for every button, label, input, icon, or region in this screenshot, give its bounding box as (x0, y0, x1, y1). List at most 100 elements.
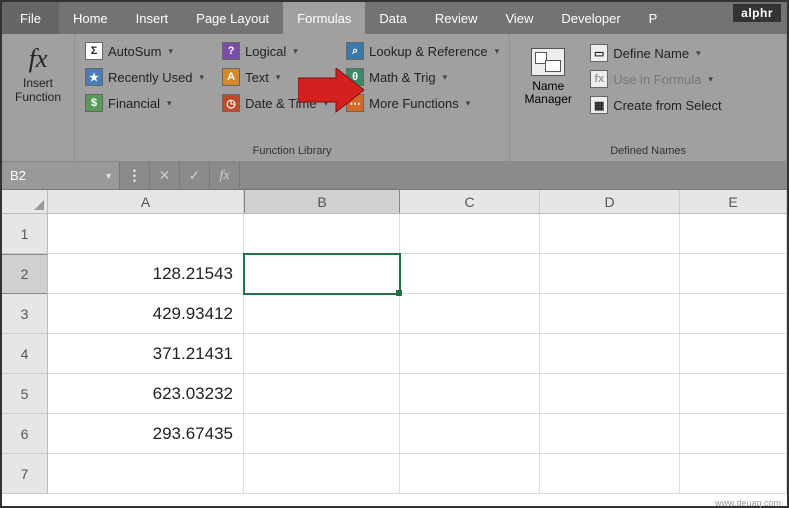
defined-names-group-label: Defined Names (516, 143, 780, 159)
row-header[interactable]: 2 (2, 254, 48, 294)
chevron-down-icon: ▾ (324, 98, 329, 109)
cell[interactable] (400, 334, 540, 374)
cell[interactable] (244, 294, 400, 334)
tab-overflow[interactable]: P (635, 2, 672, 34)
cell[interactable] (400, 214, 540, 254)
formula-input[interactable] (240, 162, 787, 189)
active-cell[interactable] (244, 254, 400, 294)
cell[interactable] (680, 454, 787, 494)
tab-page-layout[interactable]: Page Layout (182, 2, 283, 34)
cell[interactable]: 623.03232 (48, 374, 244, 414)
more-icon: ⋯ (346, 94, 364, 112)
tab-data[interactable]: Data (365, 2, 420, 34)
formula-bar-expand[interactable]: ⋮ (120, 162, 150, 190)
cell[interactable] (244, 334, 400, 374)
lookup-label: Lookup & Reference (369, 44, 488, 59)
fx-icon: fx (29, 44, 48, 74)
enter-icon[interactable]: ✓ (180, 162, 210, 190)
row-header[interactable]: 4 (2, 334, 48, 374)
cell[interactable] (244, 454, 400, 494)
cell[interactable] (400, 454, 540, 494)
cell[interactable] (540, 334, 680, 374)
define-label: Define Name (613, 46, 689, 61)
autosum-label: AutoSum (108, 44, 161, 59)
chevron-down-icon: ▾ (696, 48, 701, 59)
col-header-c[interactable]: C (400, 190, 540, 213)
row-header[interactable]: 7 (2, 454, 48, 494)
cell[interactable] (680, 214, 787, 254)
use-label: Use in Formula (613, 72, 701, 87)
row-header[interactable]: 3 (2, 294, 48, 334)
cell[interactable] (540, 374, 680, 414)
cell[interactable]: 293.67435 (48, 414, 244, 454)
cell[interactable] (244, 414, 400, 454)
financial-icon: $ (85, 94, 103, 112)
col-header-d[interactable]: D (540, 190, 680, 213)
text-button[interactable]: AText▾ (218, 66, 332, 88)
select-all-corner[interactable] (2, 190, 48, 213)
row-header[interactable]: 6 (2, 414, 48, 454)
cell[interactable] (540, 294, 680, 334)
row-header[interactable]: 1 (2, 214, 48, 254)
cancel-icon[interactable]: ✕ (150, 162, 180, 190)
cell[interactable] (680, 414, 787, 454)
cell[interactable]: 371.21431 (48, 334, 244, 374)
cell[interactable]: 128.21543 (48, 254, 244, 294)
cell[interactable] (244, 214, 400, 254)
tab-file[interactable]: File (2, 2, 59, 34)
cell[interactable] (680, 294, 787, 334)
name-box-value: B2 (10, 168, 26, 183)
create-from-selection-button[interactable]: ▦Create from Select (586, 94, 725, 116)
name-mgr-l2: Manager (525, 92, 572, 106)
cell[interactable] (540, 414, 680, 454)
col-header-b[interactable]: B (244, 190, 400, 213)
financial-button[interactable]: $Financial▾ (81, 92, 208, 114)
tab-home[interactable]: Home (59, 2, 122, 34)
insert-function-button[interactable]: fx InsertFunction (8, 38, 68, 104)
chevron-down-icon: ▾ (167, 98, 172, 109)
cell[interactable] (400, 254, 540, 294)
recently-used-button[interactable]: ★Recently Used▾ (81, 66, 208, 88)
cell[interactable]: 429.93412 (48, 294, 244, 334)
credit-text: www.deuaq.com (715, 498, 781, 508)
cell[interactable] (48, 454, 244, 494)
col-header-e[interactable]: E (680, 190, 787, 213)
chevron-down-icon: ▾ (293, 46, 298, 57)
tab-insert[interactable]: Insert (122, 2, 183, 34)
cell[interactable] (680, 374, 787, 414)
cell[interactable] (244, 374, 400, 414)
date-time-button[interactable]: ◷Date & Time▾ (218, 92, 332, 114)
tab-view[interactable]: View (491, 2, 547, 34)
row-header[interactable]: 5 (2, 374, 48, 414)
tab-developer[interactable]: Developer (547, 2, 634, 34)
cell[interactable] (48, 214, 244, 254)
logical-icon: ? (222, 42, 240, 60)
chevron-down-icon: ▾ (495, 46, 500, 57)
lookup-button[interactable]: ⌕ Lookup & Reference ▾ (342, 40, 503, 62)
cell[interactable] (540, 454, 680, 494)
cell[interactable] (680, 254, 787, 294)
use-in-formula-button: fxUse in Formula▾ (586, 68, 725, 90)
tab-formulas[interactable]: Formulas (283, 2, 365, 34)
tab-review[interactable]: Review (421, 2, 492, 34)
cell[interactable] (400, 414, 540, 454)
lookup-icon: ⌕ (346, 42, 364, 60)
name-box[interactable]: B2 ▼ (2, 162, 120, 189)
grid-icon: ▦ (590, 96, 608, 114)
math-trig-button[interactable]: θMath & Trig▾ (342, 66, 503, 88)
logical-button[interactable]: ?Logical▾ (218, 40, 332, 62)
cell[interactable] (400, 294, 540, 334)
cell[interactable] (540, 254, 680, 294)
autosum-button[interactable]: ΣAutoSum▾ (81, 40, 208, 62)
name-manager-button[interactable]: NameManager (516, 38, 580, 116)
tag-icon: ▭ (590, 44, 608, 62)
cell[interactable] (680, 334, 787, 374)
spreadsheet-grid[interactable]: A B C D E 1 2128.21543 3429.93412 4371.2… (2, 190, 787, 494)
define-name-button[interactable]: ▭ Define Name ▾ (586, 42, 725, 64)
cell[interactable] (400, 374, 540, 414)
more-functions-button[interactable]: ⋯More Functions▾ (342, 92, 503, 114)
mathtrig-label: Math & Trig (369, 70, 435, 85)
cell[interactable] (540, 214, 680, 254)
fx-icon[interactable]: fx (210, 162, 240, 190)
col-header-a[interactable]: A (48, 190, 244, 213)
